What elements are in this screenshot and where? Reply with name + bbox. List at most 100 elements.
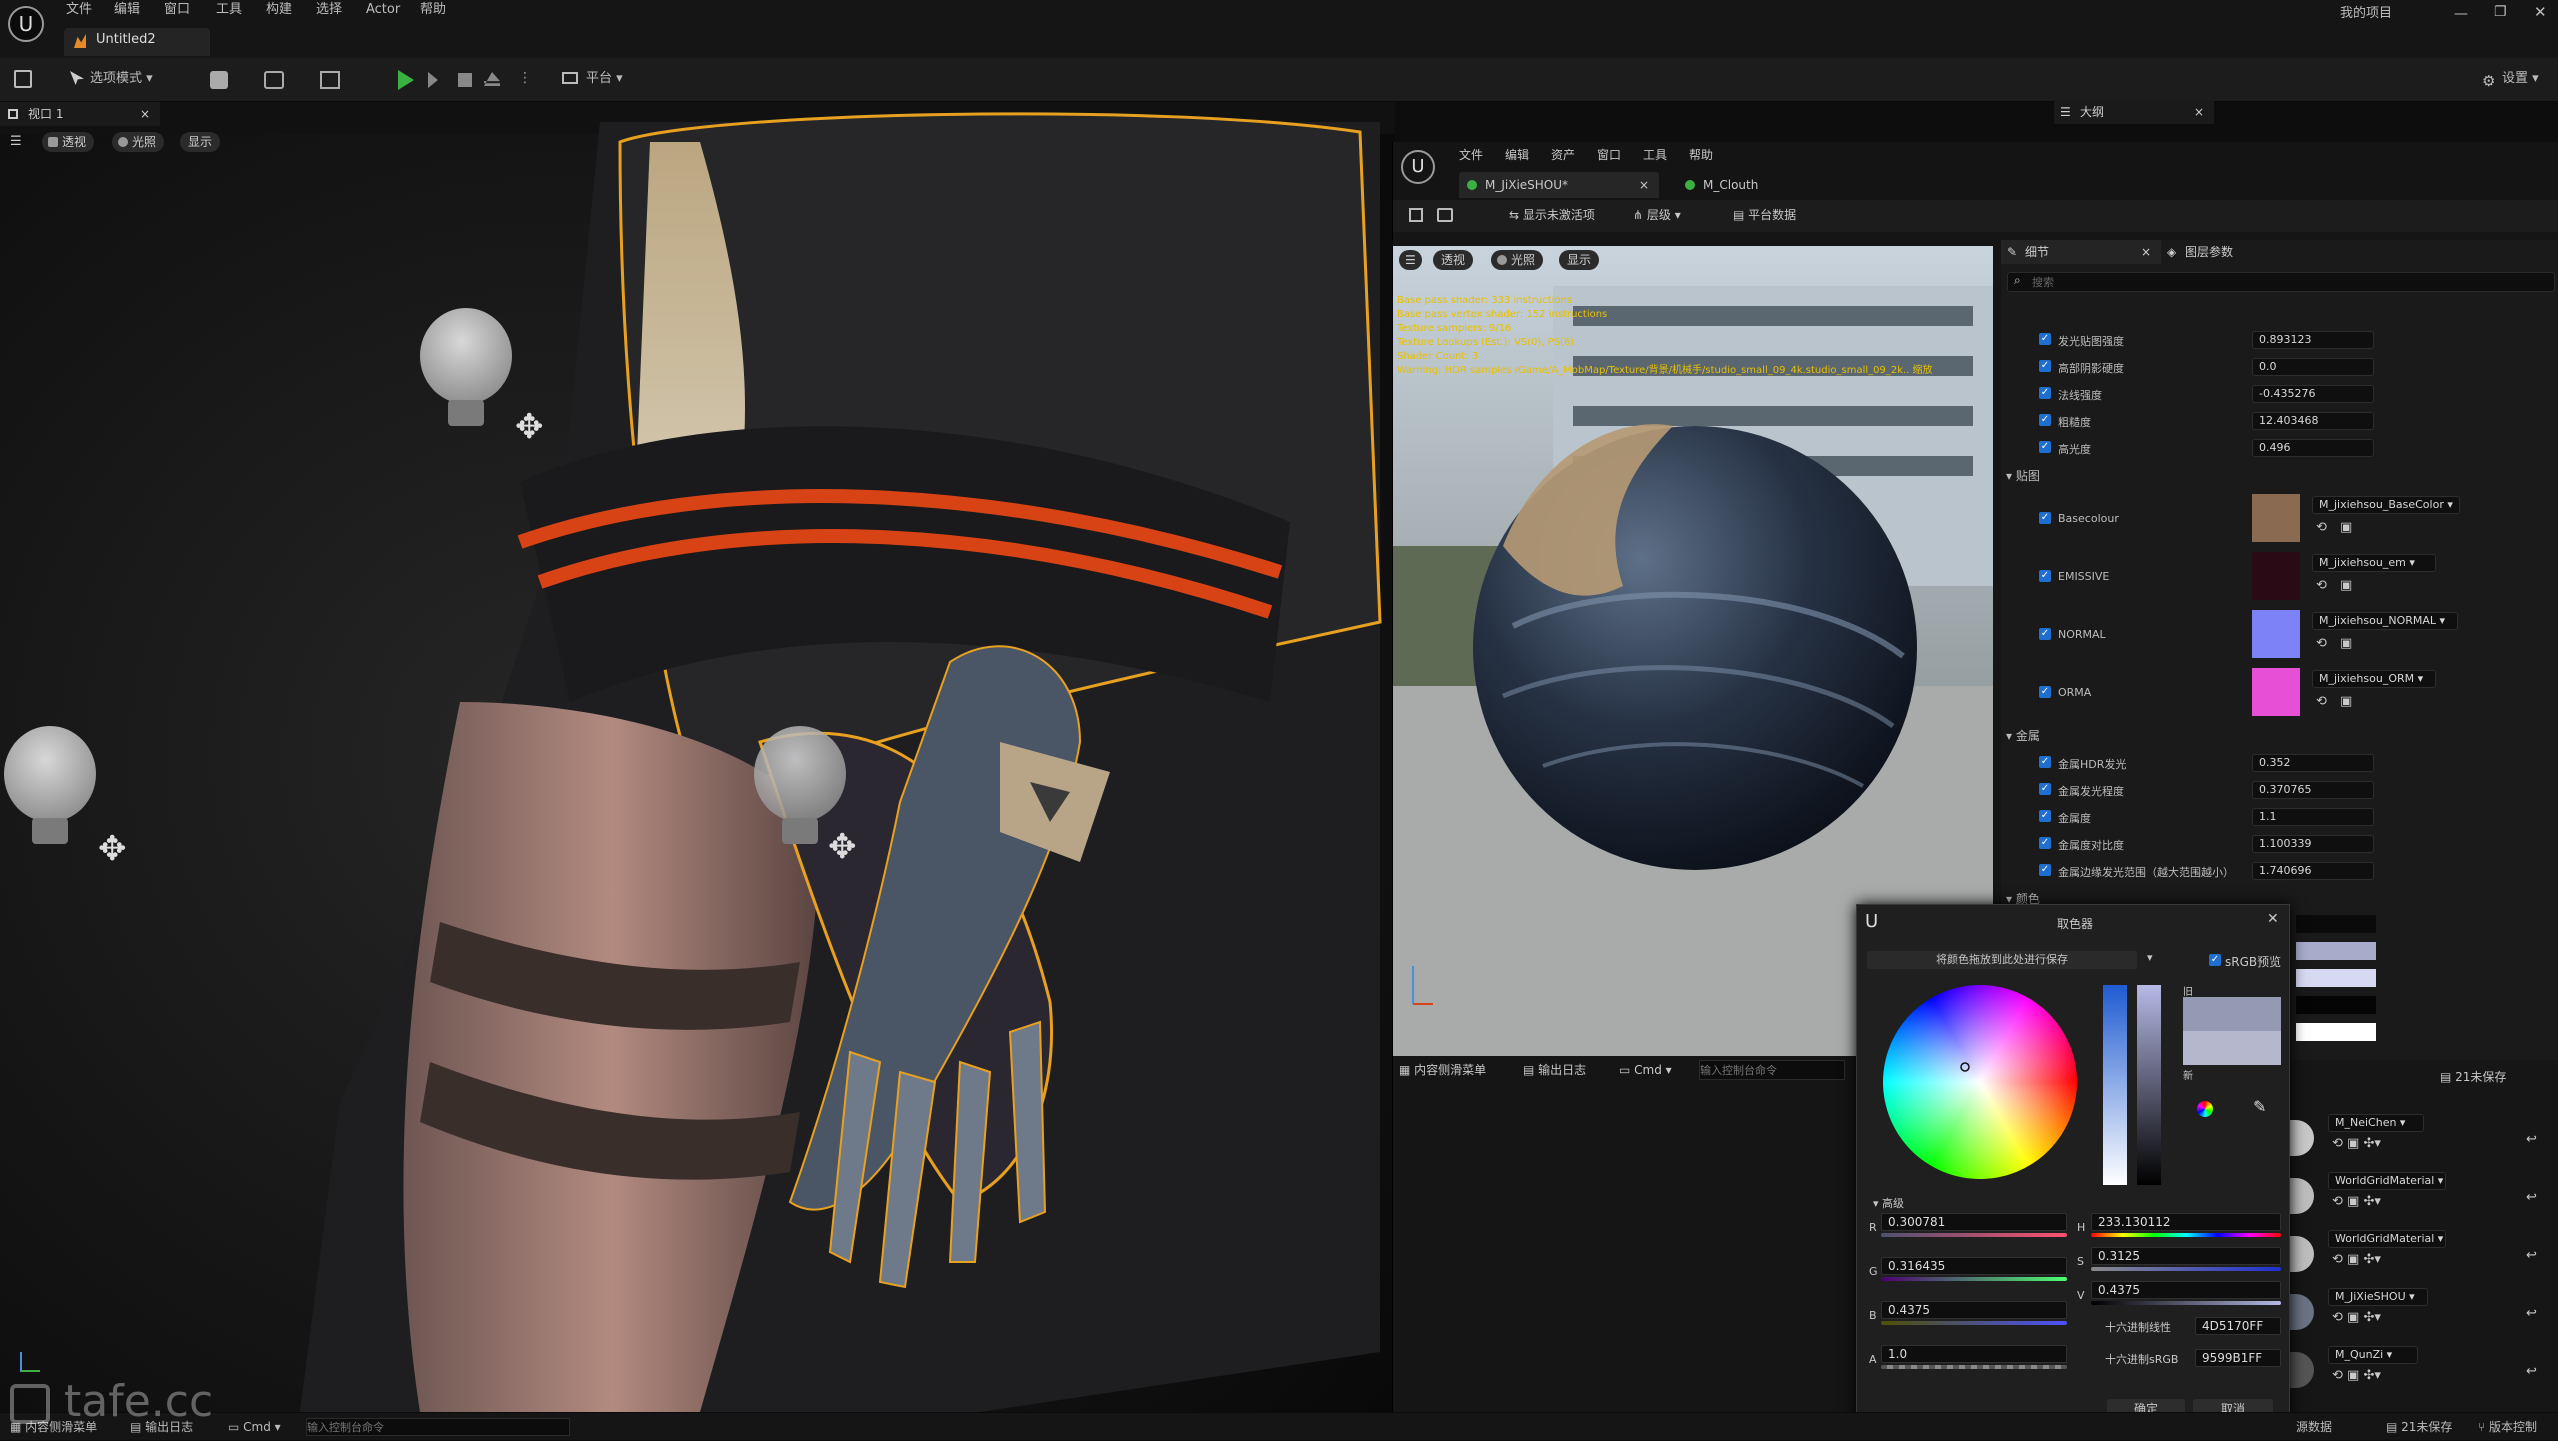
settings-button[interactable]: ⚙ 设置 ▾ <box>2482 69 2539 90</box>
eyedropper-icon[interactable]: ✎ <box>2253 1097 2266 1116</box>
show-inactive-button[interactable]: ⇆ 显示未激活项 <box>1509 206 1595 223</box>
save-color-dropzone[interactable]: 将颜色拖放到此处进行保存 <box>1867 951 2137 969</box>
platform-stats-button[interactable]: ▤ 平台数据 <box>1733 206 1796 223</box>
param-value[interactable]: 1.740696 <box>2252 862 2374 880</box>
menu-help[interactable]: 帮助 <box>420 0 446 20</box>
param-value[interactable]: 1.100339 <box>2252 835 2374 853</box>
close-tab-icon[interactable]: × <box>2141 240 2151 264</box>
reset-icon[interactable]: ⟲ ▣ ✣▾ <box>2332 1368 2381 1383</box>
b-gradient-bar[interactable] <box>1881 1321 2067 1325</box>
asset-dropdown[interactable]: M_JiXieSHOU ▾ <box>2328 1288 2428 1306</box>
asset-dropdown[interactable]: M_NeiChen ▾ <box>2328 1114 2424 1132</box>
hex-linear-field[interactable]: 4D5170FF <box>2195 1317 2281 1335</box>
console-input[interactable] <box>1699 1060 1845 1080</box>
color-swatch[interactable] <box>2296 969 2376 987</box>
reset-icon[interactable]: ⟲ ▣ ✣▾ <box>2332 1252 2381 1267</box>
document-tab[interactable]: Untitled2 <box>64 28 210 56</box>
add-actor-icon[interactable] <box>210 71 228 89</box>
menu-tools[interactable]: 工具 <box>216 0 242 20</box>
b-field[interactable]: 0.4375 <box>1881 1301 2067 1319</box>
param-checkbox[interactable]: ✓ <box>2039 512 2051 524</box>
texture-thumbnail[interactable] <box>2252 668 2300 716</box>
preview-lit-button[interactable]: 光照 <box>1491 250 1544 270</box>
platform-button[interactable]: 平台 ▾ <box>562 69 623 89</box>
output-log-button[interactable]: ▤ 输出日志 <box>1523 1056 1586 1084</box>
param-checkbox[interactable]: ✓ <box>2039 783 2051 795</box>
value-slider[interactable] <box>2137 985 2161 1185</box>
color-swatch[interactable] <box>2296 942 2376 960</box>
texture-thumbnail[interactable] <box>2252 610 2300 658</box>
param-value[interactable]: 1.1 <box>2252 808 2374 826</box>
section-header-metal[interactable]: ▾ 金属 <box>2006 727 2040 744</box>
cmd-button[interactable]: ▭ Cmd ▾ <box>1619 1056 1672 1084</box>
h-field[interactable]: 233.130112 <box>2091 1213 2281 1231</box>
srgb-checkbox[interactable]: ✓ <box>2209 954 2221 966</box>
reset-icon[interactable]: ⟲ ▣ ✣▾ <box>2332 1194 2381 1209</box>
v-field[interactable]: 0.4375 <box>2091 1281 2281 1299</box>
texture-thumbnail[interactable] <box>2252 552 2300 600</box>
param-checkbox[interactable]: ✓ <box>2039 837 2051 849</box>
viewport-menu-icon[interactable]: ☰ <box>10 134 22 149</box>
browse-icon[interactable] <box>1437 208 1453 222</box>
g-gradient-bar[interactable] <box>1881 1277 2067 1281</box>
a-field[interactable]: 1.0 <box>1881 1345 2067 1363</box>
hierarchy-button[interactable]: ⋔ 层级 ▾ <box>1633 206 1681 223</box>
lit-button[interactable]: 光照 <box>112 132 165 152</box>
unsaved-indicator[interactable]: ▤ 21未保存 <box>2440 1068 2506 1085</box>
preview-menu-button[interactable]: ☰ <box>1399 250 1422 270</box>
texture-asset-dropdown[interactable]: M_jixiehsou_BaseColor ▾ <box>2312 496 2460 514</box>
details-search[interactable]: ⌕ 搜索 <box>2007 272 2555 292</box>
reset-icon[interactable]: ⟲ <box>2316 694 2327 709</box>
param-checkbox[interactable]: ✓ <box>2039 864 2051 876</box>
browse-icon[interactable]: ▣ <box>2340 694 2352 709</box>
level-viewport[interactable]: ✥ ✥ ✥ 视口 1 × ☰ 透视 光照 显示 <box>0 102 1395 1412</box>
r-gradient-bar[interactable] <box>1881 1233 2067 1237</box>
param-checkbox[interactable]: ✓ <box>2039 360 2051 372</box>
save-icon[interactable] <box>1409 208 1423 222</box>
param-checkbox[interactable]: ✓ <box>2039 414 2051 426</box>
list-item[interactable]: M_QunZi ▾ ⟲ ▣ ✣▾ ↩ <box>2290 1346 2558 1400</box>
list-item[interactable]: M_JiXieSHOU ▾ ⟲ ▣ ✣▾ ↩ <box>2290 1288 2558 1342</box>
dropzone-dropdown-icon[interactable]: ▾ <box>2147 951 2153 964</box>
cmd-button[interactable]: ▭ Cmd ▾ <box>228 1413 281 1441</box>
s-gradient-bar[interactable] <box>2091 1267 2281 1271</box>
content-drawer-button[interactable]: ▦ 内容侧滑菜单 <box>1399 1056 1486 1084</box>
save-icon[interactable] <box>14 70 32 88</box>
preview-perspective-button[interactable]: 透视 <box>1433 250 1474 270</box>
list-item[interactable]: M_NeiChen ▾ ⟲ ▣ ✣▾ ↩ <box>2290 1114 2558 1168</box>
return-icon[interactable]: ↩ <box>2526 1132 2537 1147</box>
source-data-button[interactable]: 源数据 <box>2296 1413 2332 1441</box>
reset-icon[interactable]: ⟲ <box>2316 636 2327 651</box>
browse-icon[interactable]: ▣ <box>2340 578 2352 593</box>
cinematics-icon[interactable] <box>320 71 340 89</box>
saturation-slider[interactable] <box>2103 985 2127 1185</box>
param-checkbox[interactable]: ✓ <box>2039 686 2051 698</box>
preview-show-button[interactable]: 显示 <box>1559 250 1600 270</box>
show-button[interactable]: 显示 <box>180 132 221 152</box>
color-swatch[interactable] <box>2296 996 2376 1014</box>
menu-build[interactable]: 构建 <box>266 0 292 20</box>
param-value[interactable]: 0.370765 <box>2252 781 2374 799</box>
color-swatch[interactable] <box>2296 915 2376 933</box>
list-item[interactable]: WorldGridMaterial ▾ ⟲ ▣ ✣▾ ↩ <box>2290 1230 2558 1284</box>
param-value[interactable]: 0.496 <box>2252 439 2374 457</box>
h-gradient-bar[interactable] <box>2091 1233 2281 1237</box>
asset-dropdown[interactable]: M_QunZi ▾ <box>2328 1346 2418 1364</box>
param-checkbox[interactable]: ✓ <box>2039 628 2051 640</box>
menu-actor[interactable]: Actor <box>366 0 400 20</box>
return-icon[interactable]: ↩ <box>2526 1364 2537 1379</box>
layer-params-tab[interactable]: ◈ 图层参数 <box>2161 240 2291 264</box>
asset-dropdown[interactable]: WorldGridMaterial ▾ <box>2328 1230 2446 1248</box>
return-icon[interactable]: ↩ <box>2526 1248 2537 1263</box>
param-checkbox[interactable]: ✓ <box>2039 387 2051 399</box>
color-wheel[interactable] <box>1883 985 2077 1179</box>
mat-menu-edit[interactable]: 编辑 <box>1505 146 1529 163</box>
perspective-button[interactable]: 透视 <box>42 132 95 152</box>
reset-icon[interactable]: ⟲ ▣ ✣▾ <box>2332 1136 2381 1151</box>
mat-menu-asset[interactable]: 资产 <box>1551 146 1575 163</box>
stop-icon[interactable] <box>458 73 472 87</box>
param-value[interactable]: 12.403468 <box>2252 412 2374 430</box>
menu-file[interactable]: 文件 <box>66 0 92 20</box>
r-field[interactable]: 0.300781 <box>1881 1213 2067 1231</box>
texture-asset-dropdown[interactable]: M_jixiehsou_ORM ▾ <box>2312 670 2436 688</box>
